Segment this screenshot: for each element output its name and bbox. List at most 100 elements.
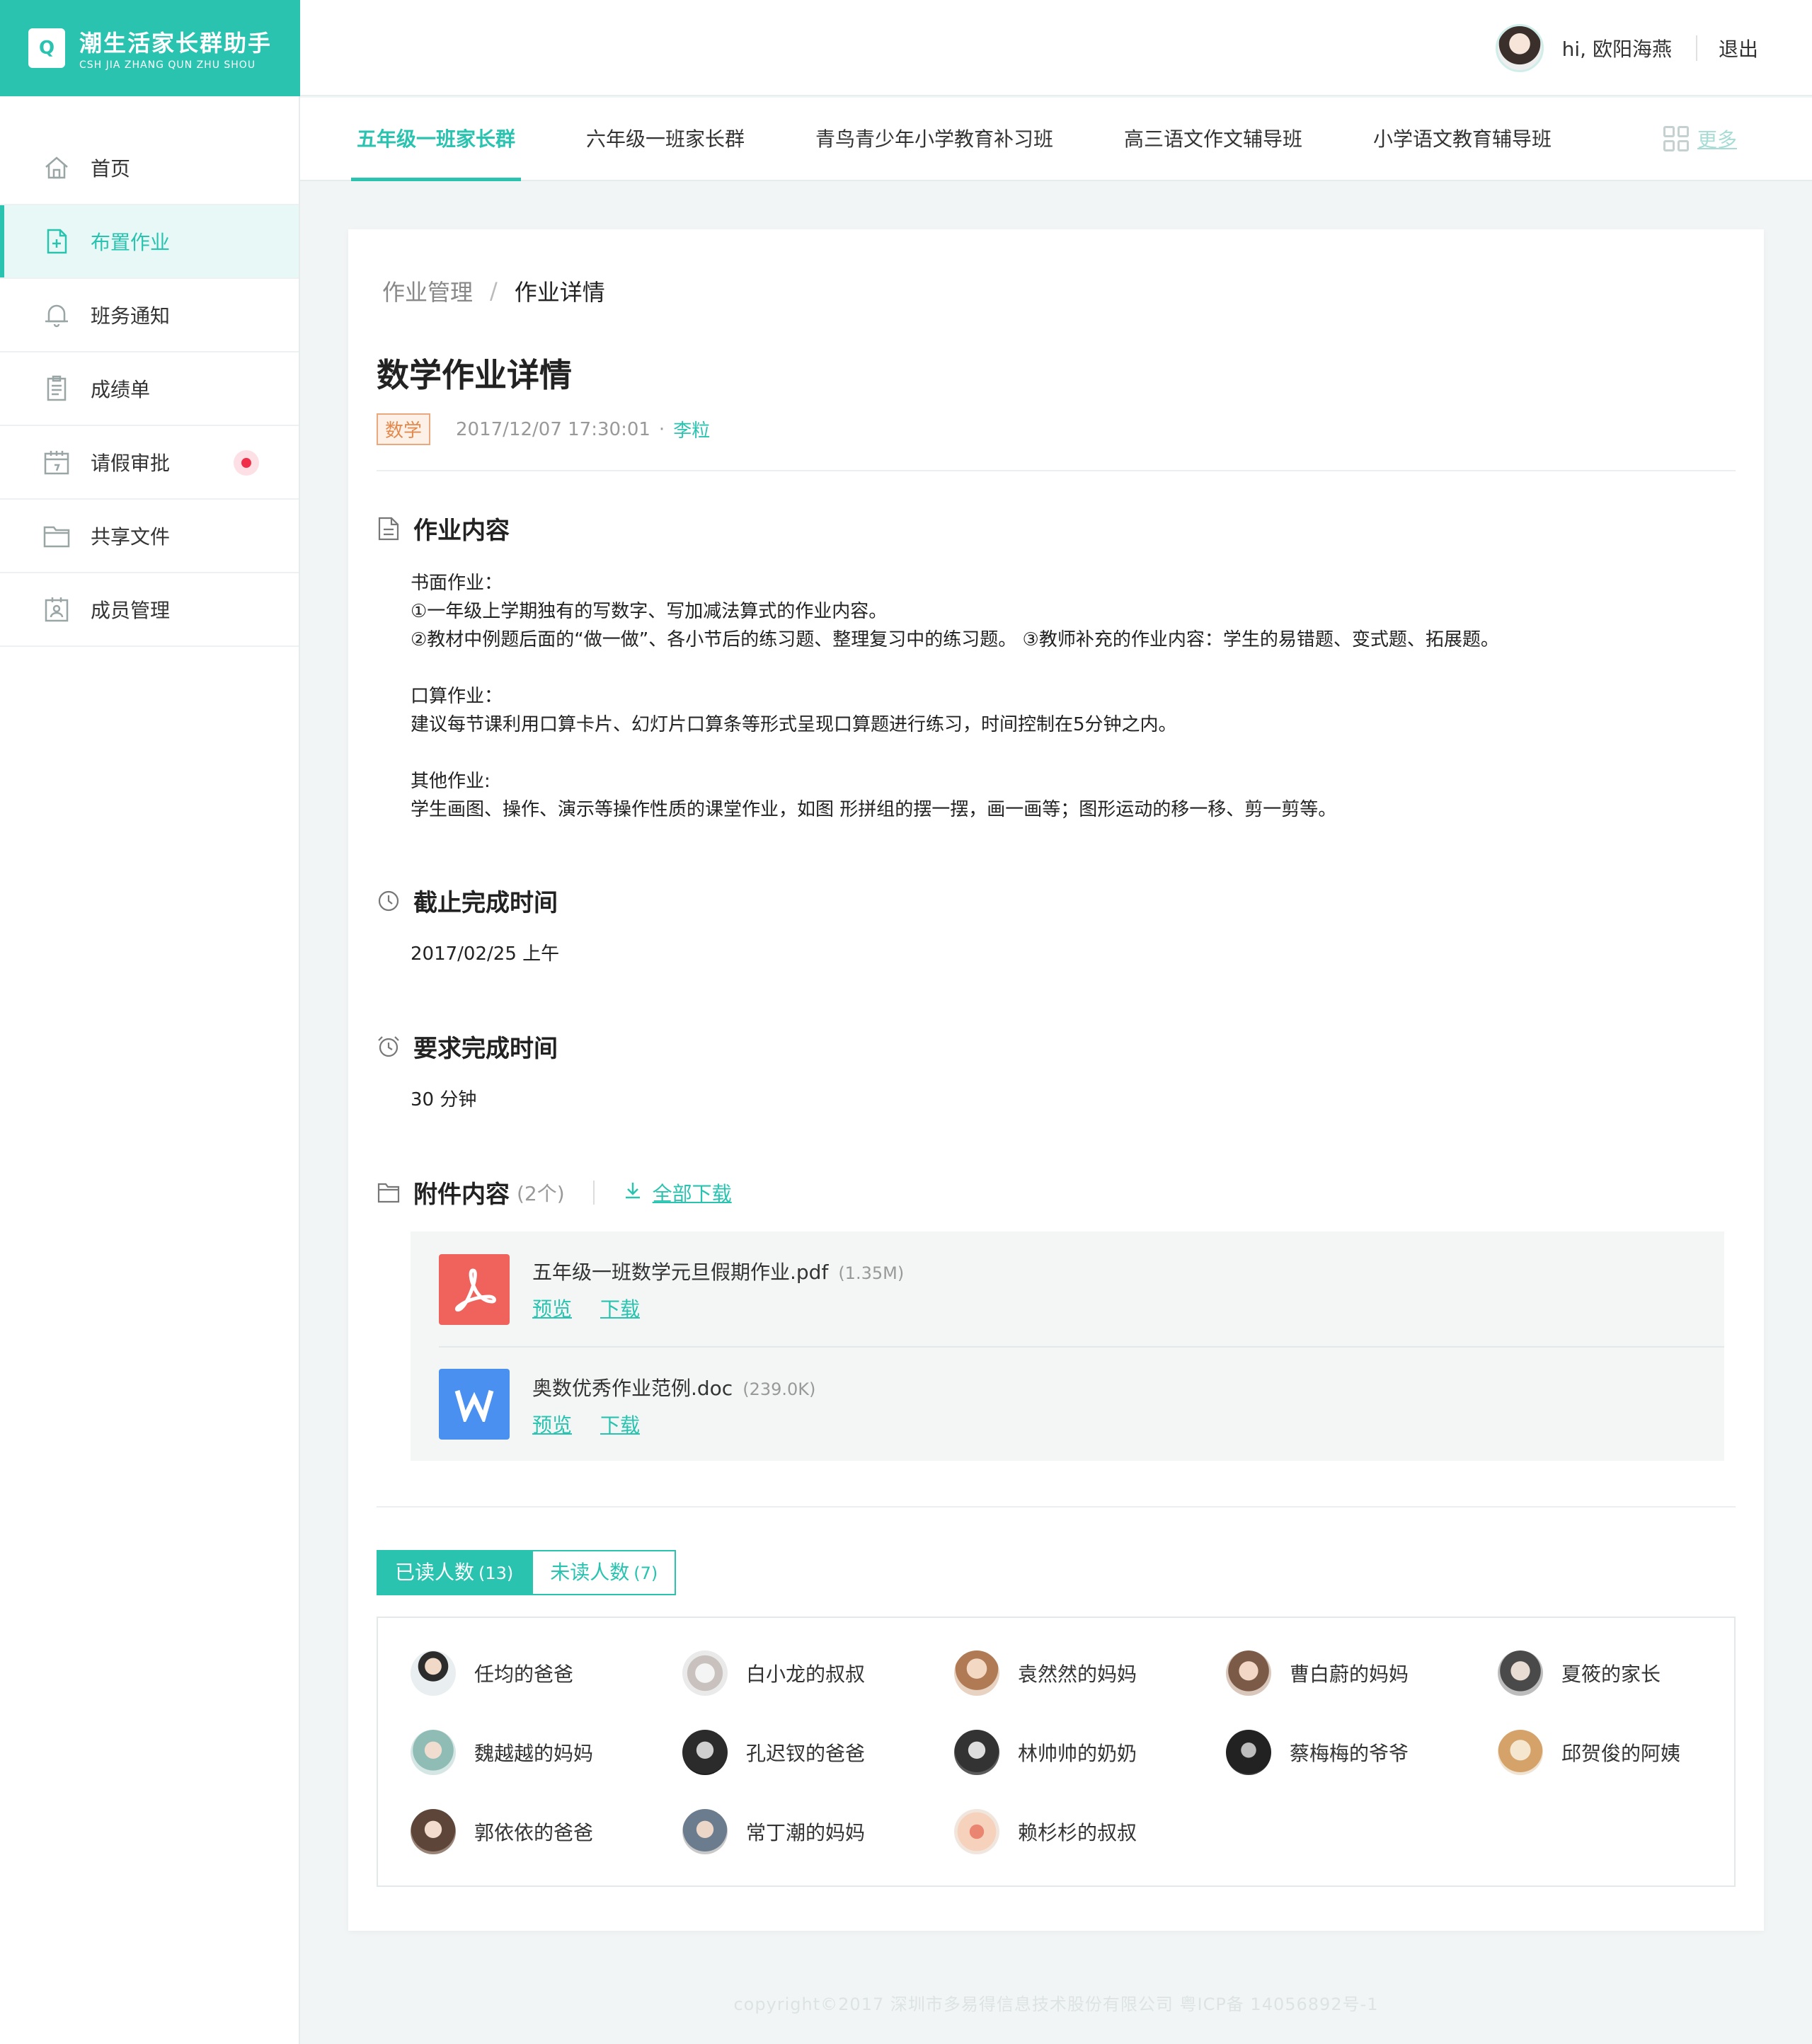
content-line: 口算作业： [411, 686, 503, 707]
list-item[interactable]: 蔡梅梅的爷爷 [1226, 1730, 1409, 1775]
content-section-title: 作业内容 [377, 511, 510, 546]
author-link[interactable]: 李粒 [673, 416, 710, 442]
meta-dot: · [658, 418, 665, 440]
list-item[interactable]: 白小龙的叔叔 [682, 1650, 865, 1696]
unread-label: 未读人数 [550, 1561, 630, 1584]
member-name: 郭依依的爸爸 [474, 1821, 594, 1844]
avatar [411, 1809, 456, 1854]
member-name: 袁然然的妈妈 [1018, 1663, 1137, 1686]
list-item[interactable]: 郭依依的爸爸 [411, 1809, 593, 1854]
sidebar-item-class-notice[interactable]: 班务通知 [0, 279, 299, 352]
publish-time: 2017/12/07 17:30:01 [456, 418, 650, 440]
tab-read[interactable]: 已读人数 (13) [377, 1550, 532, 1595]
member-name: 曹白蔚的妈妈 [1290, 1663, 1409, 1686]
tab-group-1[interactable]: 五年级一班家长群 [350, 98, 522, 181]
tab-group-3[interactable]: 青鸟青少年小学教育补习班 [815, 98, 1053, 181]
notification-badge [234, 450, 259, 476]
preview-link[interactable]: 预览 [532, 1294, 572, 1322]
logout-button[interactable]: 退出 [1719, 34, 1758, 62]
list-item[interactable]: 孔迟钗的爸爸 [682, 1730, 865, 1775]
member-name: 赖杉杉的叔叔 [1018, 1821, 1137, 1844]
divider [377, 1506, 1736, 1508]
list-item[interactable]: 常丁潮的妈妈 [682, 1809, 865, 1854]
list-item[interactable]: 赖杉杉的叔叔 [954, 1809, 1137, 1854]
member-name: 林帅帅的奶奶 [1018, 1742, 1137, 1765]
sidebar-item-label: 班务通知 [91, 304, 171, 328]
file-name-text: 五年级一班数学元旦假期作业.pdf [532, 1261, 829, 1284]
sidebar-menu: 首页 布置作业 班务通知 成绩单 请假审批 共享文件 成员管理 [0, 132, 299, 647]
attachment-item: 五年级一班数学元旦假期作业.pdf (1.35M) 预览 下载 [439, 1231, 1724, 1346]
list-item[interactable]: 林帅帅的奶奶 [954, 1730, 1137, 1775]
section-title-text: 作业内容 [413, 517, 510, 545]
clipboard-icon [42, 374, 71, 403]
content-line: 建议每节课利用口算卡片、幻灯片口算条等形式呈现口算题进行练习，时间控制在5分钟之… [411, 714, 1177, 735]
avatar [1498, 1730, 1543, 1775]
download-link[interactable]: 下载 [600, 1410, 640, 1438]
preview-link[interactable]: 预览 [532, 1410, 572, 1438]
divider [377, 470, 1736, 471]
attachments-section-title: 附件内容 (2个) 全部下载 [377, 1175, 732, 1210]
avatar [682, 1809, 728, 1854]
list-item[interactable]: 邱贺俊的阿姨 [1498, 1730, 1680, 1775]
clock-icon [377, 889, 401, 913]
sidebar-item-leave-approval[interactable]: 请假审批 [0, 426, 299, 500]
tab-group-5[interactable]: 小学语文教育辅导班 [1373, 98, 1552, 181]
avatar [411, 1650, 456, 1696]
deadline-section-title: 截止完成时间 [377, 883, 558, 918]
read-label: 已读人数 [395, 1561, 475, 1584]
list-item[interactable]: 曹白蔚的妈妈 [1226, 1650, 1409, 1696]
sidebar-item-members[interactable]: 成员管理 [0, 573, 299, 647]
member-name: 蔡梅梅的爷爷 [1290, 1742, 1409, 1765]
member-name: 常丁潮的妈妈 [746, 1821, 866, 1844]
list-item[interactable]: 袁然然的妈妈 [954, 1650, 1137, 1696]
deadline-value: 2017/02/25 上午 [411, 943, 560, 965]
sidebar-item-label: 首页 [91, 157, 131, 180]
sidebar-item-home[interactable]: 首页 [0, 132, 299, 205]
sidebar-item-assign-homework[interactable]: 布置作业 [0, 205, 299, 279]
attachment-actions: 预览 下载 [532, 1410, 668, 1438]
sidebar-item-grades[interactable]: 成绩单 [0, 352, 299, 426]
divider [1695, 35, 1697, 61]
breadcrumb-parent[interactable]: 作业管理 [382, 275, 473, 307]
download-all-button[interactable]: 全部下载 [623, 1178, 732, 1207]
tab-group-4[interactable]: 高三语文作文辅导班 [1124, 98, 1302, 181]
member-name: 魏越越的妈妈 [474, 1742, 594, 1765]
unread-count: (7) [633, 1563, 658, 1583]
app-logo[interactable]: Q 潮生活家长群助手 CSH JIA ZHANG QUN ZHU SHOU [0, 0, 300, 96]
content-line: 学生画图、操作、演示等操作性质的课堂作业，如图 形拼组的摆一摆，画一画等；图形运… [411, 799, 1337, 820]
content-line: 其他作业: [411, 771, 491, 792]
tab-group-2[interactable]: 六年级一班家长群 [586, 98, 745, 181]
avatar [682, 1650, 728, 1696]
alarm-clock-icon [377, 1035, 401, 1059]
tab-unread[interactable]: 未读人数 (7) [532, 1550, 677, 1595]
duration-section-title: 要求完成时间 [377, 1029, 558, 1064]
member-list: 任均的爸爸 白小龙的叔叔 袁然然的妈妈 曹白蔚的妈妈 夏筱的家长 魏越越的妈妈 … [377, 1617, 1736, 1887]
download-all-label: 全部下载 [652, 1181, 732, 1205]
sidebar: 首页 布置作业 班务通知 成绩单 请假审批 共享文件 成员管理 [0, 96, 300, 2044]
download-link[interactable]: 下载 [600, 1294, 640, 1322]
list-item[interactable]: 任均的爸爸 [411, 1650, 573, 1696]
homework-detail-card: 作业管理 / 作业详情 数学作业详情 数学 2017/12/07 17:30:0… [348, 229, 1764, 1931]
home-icon [42, 154, 71, 182]
avatar [1226, 1650, 1271, 1696]
content-line: ①一年级上学期独有的写数字、写加减法算式的作业内容。 [411, 601, 888, 622]
logo-mark-icon: Q [28, 28, 65, 68]
more-tabs-button[interactable]: 更多 [1663, 125, 1737, 153]
attachment-list: 五年级一班数学元旦假期作业.pdf (1.35M) 预览 下载 奥数优秀作业范例.… [411, 1231, 1724, 1461]
sidebar-item-label: 成员管理 [91, 599, 171, 622]
file-size: (239.0K) [742, 1379, 816, 1399]
content-line: ②教材中例题后面的“做一做”、各小节后的练习题、整理复习中的练习题。 ③教师补充… [411, 629, 1499, 650]
word-file-icon [439, 1369, 510, 1440]
subject-tag: 数学 [377, 413, 431, 445]
avatar[interactable] [1495, 24, 1544, 72]
sidebar-item-shared-files[interactable]: 共享文件 [0, 500, 299, 573]
group-tabs: 五年级一班家长群 六年级一班家长群 青鸟青少年小学教育补习班 高三语文作文辅导班… [300, 98, 1812, 181]
section-title-text: 附件内容 [413, 1181, 510, 1209]
download-icon [623, 1180, 643, 1205]
detail-meta: 数学 2017/12/07 17:30:01 · 李粒 [377, 413, 710, 445]
list-item[interactable]: 夏筱的家长 [1498, 1650, 1661, 1696]
grid-icon [1663, 126, 1689, 151]
list-item[interactable]: 魏越越的妈妈 [411, 1730, 593, 1775]
folder-icon [42, 522, 71, 550]
app-name-en: CSH JIA ZHANG QUN ZHU SHOU [79, 59, 256, 71]
